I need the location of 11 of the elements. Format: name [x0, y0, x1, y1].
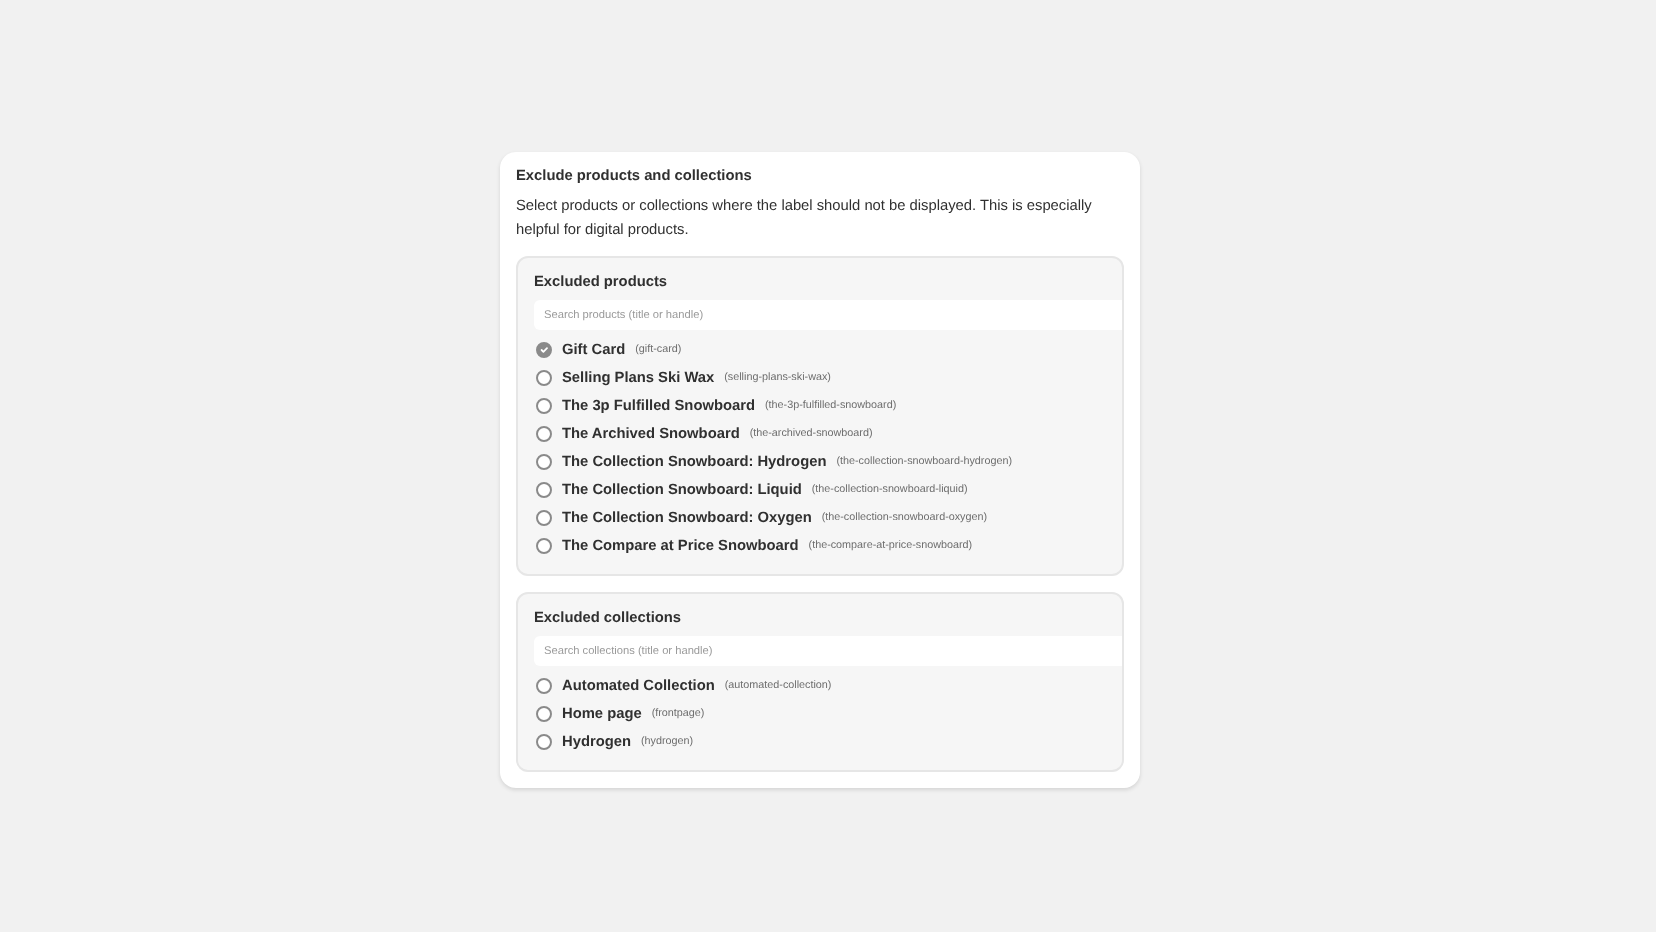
checkbox[interactable]	[536, 342, 552, 358]
checkbox[interactable]	[536, 426, 552, 442]
checkbox[interactable]	[536, 678, 552, 694]
checkbox[interactable]	[536, 538, 552, 554]
checkbox[interactable]	[536, 734, 552, 750]
checkbox[interactable]	[536, 482, 552, 498]
checkbox[interactable]	[536, 454, 552, 470]
checkbox[interactable]	[536, 398, 552, 414]
checkbox[interactable]	[536, 706, 552, 722]
checkbox[interactable]	[536, 510, 552, 526]
checkbox[interactable]	[536, 370, 552, 386]
